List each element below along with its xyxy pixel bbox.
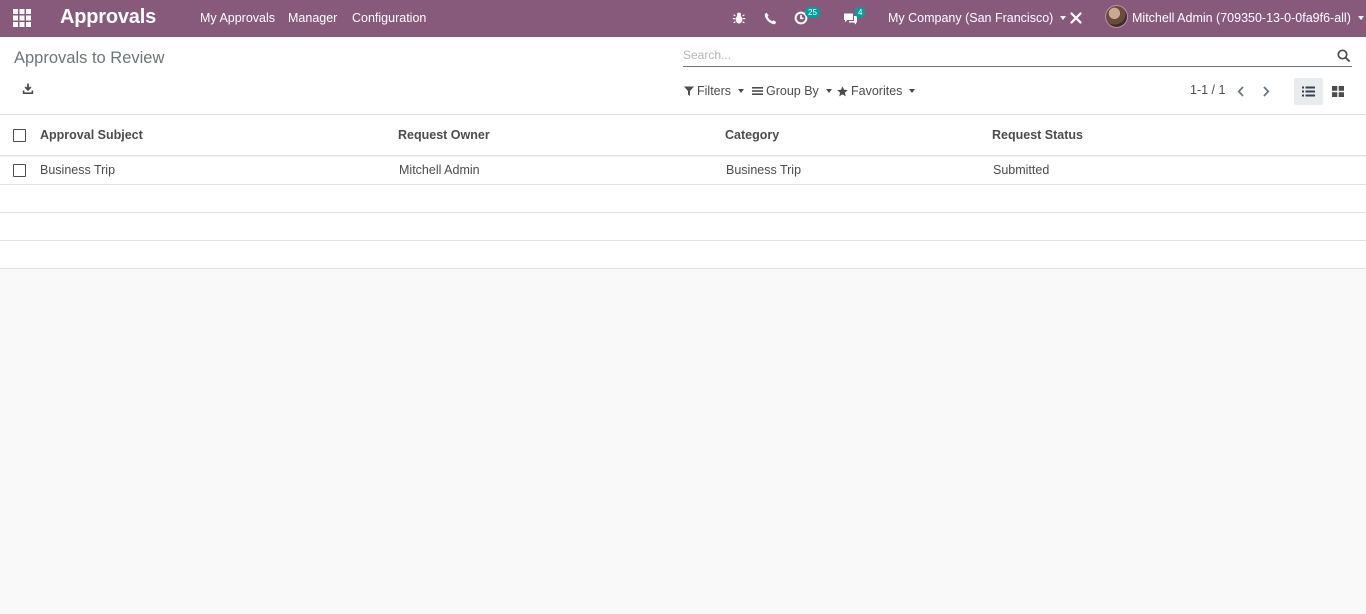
page-title: Approvals to Review [14,49,165,67]
app-title[interactable]: Approvals [60,5,156,29]
chevron-down-icon [738,89,745,93]
search-input[interactable] [683,46,1323,64]
table-header-row: Approval Subject Request Owner Category … [0,115,1366,156]
star-icon [837,85,848,97]
approvals-table: Approval Subject Request Owner Category … [0,115,1366,269]
pager-value[interactable]: 1-1 / 1 [1190,83,1225,97]
bug-icon[interactable] [729,8,749,28]
empty-row [0,185,1366,213]
chevron-down-icon [825,89,832,93]
group-by-button[interactable]: Group By [752,82,832,100]
filters-label: Filters [697,84,732,98]
chevron-right-icon[interactable] [1259,82,1273,100]
favorites-button[interactable]: Favorites [837,82,916,100]
apps-grid-icon[interactable] [13,9,31,27]
cell-request-owner: Mitchell Admin [399,163,480,177]
control-panel: Approvals to Review Filters Group By [0,37,1366,115]
cell-request-status: Submitted [993,163,1050,177]
select-all-checkbox[interactable] [13,129,26,142]
column-header-approval-subject[interactable]: Approval Subject [40,115,143,155]
activity-count-badge: 25 [805,7,820,18]
chevron-left-icon[interactable] [1234,82,1248,100]
user-menu[interactable]: Mitchell Admin (709350-13-0-0fa9f6-all) [1132,9,1364,27]
company-switcher[interactable]: My Company (San Francisco) [888,9,1067,27]
bars-icon [752,86,763,96]
menu-configuration[interactable]: Configuration [352,9,426,27]
chevron-down-icon [1357,16,1364,20]
filters-button[interactable]: Filters [684,82,745,100]
column-header-category[interactable]: Category [725,115,779,155]
chevron-down-icon [909,89,916,93]
row-checkbox[interactable] [13,164,26,177]
cell-category: Business Trip [726,163,802,177]
kanban-view-icon[interactable] [1323,78,1352,105]
user-name: Mitchell Admin (709350-13-0-0fa9f6-all) [1132,11,1351,25]
list-view-icon[interactable] [1294,78,1323,105]
cell-approval-subject: Business Trip [40,163,116,177]
avatar[interactable] [1105,5,1128,28]
company-name: My Company (San Francisco) [888,11,1054,25]
empty-row [0,241,1366,269]
search-bar [683,45,1352,67]
group-by-label: Group By [766,84,819,98]
table-row[interactable]: Business Trip Mitchell Admin Business Tr… [0,156,1366,185]
message-count-badge: 4 [855,7,866,18]
menu-my-approvals[interactable]: My Approvals [200,9,275,27]
phone-icon[interactable] [760,8,780,28]
search-icon[interactable] [1337,49,1351,63]
filter-icon [684,86,694,96]
column-header-request-owner[interactable]: Request Owner [398,115,490,155]
download-icon[interactable] [22,83,36,97]
top-navbar: Approvals My Approvals Manager Configura… [0,0,1366,37]
empty-row [0,213,1366,241]
favorites-label: Favorites [851,84,903,98]
close-icon[interactable] [1066,8,1086,28]
menu-manager[interactable]: Manager [288,9,337,27]
column-header-request-status[interactable]: Request Status [992,115,1083,155]
